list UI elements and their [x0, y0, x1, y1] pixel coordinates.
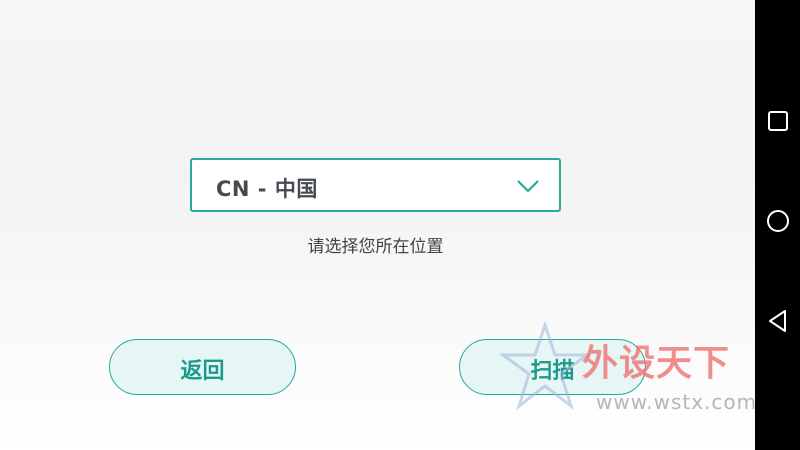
- back-button[interactable]: 返回: [109, 339, 296, 395]
- back-icon[interactable]: [763, 306, 793, 336]
- scan-button[interactable]: 扫描: [459, 339, 646, 395]
- home-icon[interactable]: [763, 206, 793, 236]
- chevron-down-icon: [517, 178, 539, 197]
- scan-button-label: 扫描: [530, 359, 575, 384]
- region-hint-text: 请选择您所在位置: [307, 237, 444, 257]
- region-dropdown[interactable]: CN - 中国: [190, 158, 561, 212]
- system-navigation-bar: [755, 0, 800, 450]
- app-screen: CN - 中国 请选择您所在位置 返回 扫描 外设天下 www.wstx.com: [0, 0, 756, 450]
- back-button-label: 返回: [180, 359, 225, 384]
- region-dropdown-value: CN - 中国: [216, 177, 318, 201]
- recents-icon[interactable]: [763, 106, 793, 136]
